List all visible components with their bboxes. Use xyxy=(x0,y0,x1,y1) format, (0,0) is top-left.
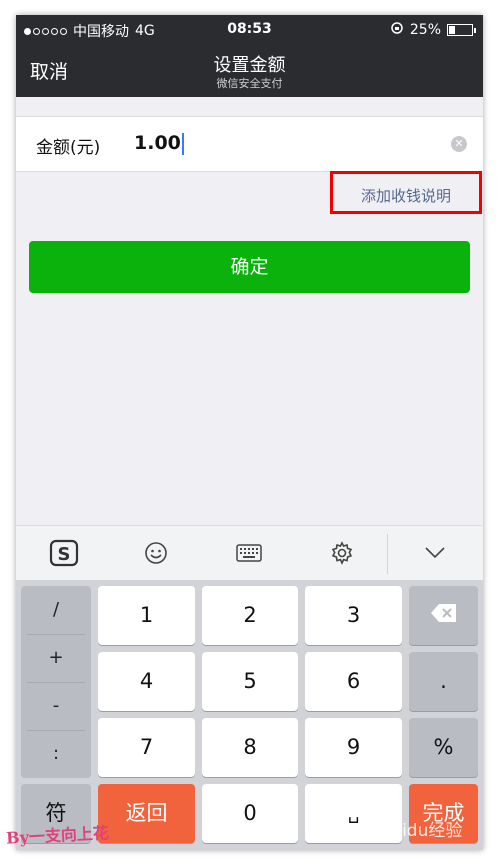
toolbar-divider xyxy=(387,534,388,574)
svg-text:S: S xyxy=(58,544,71,565)
battery-icon xyxy=(447,24,476,36)
sogou-logo-icon[interactable]: S xyxy=(46,539,82,567)
amount-input[interactable]: 1.00 xyxy=(134,132,184,155)
text-cursor xyxy=(181,132,184,155)
key-2[interactable]: 2 xyxy=(202,586,298,645)
key-9[interactable]: 9 xyxy=(305,718,402,777)
settings-gear-icon[interactable] xyxy=(326,539,358,567)
key-0[interactable]: 0 xyxy=(202,784,298,843)
page-subtitle: 微信安全支付 xyxy=(216,77,283,90)
add-note-highlight: 添加收钱说明 xyxy=(330,171,482,214)
key-4[interactable]: 4 xyxy=(98,652,195,711)
key-3[interactable]: 3 xyxy=(305,586,402,645)
key-1[interactable]: 1 xyxy=(98,586,195,645)
symbol-column: / + - : xyxy=(21,586,91,778)
key-dot[interactable]: . xyxy=(409,652,478,711)
rotation-lock-icon xyxy=(390,21,404,39)
amount-field-row[interactable]: 金额(元) 1.00 ✕ xyxy=(16,116,483,172)
key-slash[interactable]: / xyxy=(21,586,91,634)
backspace-icon xyxy=(430,587,458,646)
phone-screen: 中国移动 4G 08:53 25% 取消 设置金额 微信安全支付 金额(元) 1… xyxy=(16,15,483,850)
key-5[interactable]: 5 xyxy=(202,652,298,711)
status-right: 25% xyxy=(390,21,476,39)
key-plus[interactable]: + xyxy=(21,634,91,682)
add-note-link[interactable]: 添加收钱说明 xyxy=(333,185,479,206)
amount-value: 1.00 xyxy=(134,132,181,154)
collapse-keyboard-icon[interactable] xyxy=(420,539,450,567)
key-minus[interactable]: - xyxy=(21,682,91,730)
numeric-keyboard: / + - : 1 2 3 4 5 6 . 7 8 9 % 符 返回 0 ␣ 完… xyxy=(16,580,483,850)
emoji-icon[interactable] xyxy=(140,539,172,567)
key-percent[interactable]: % xyxy=(409,718,478,777)
keyboard-icon[interactable] xyxy=(232,539,266,567)
backspace-key[interactable] xyxy=(409,586,478,645)
keyboard-toolbar: S xyxy=(16,525,483,581)
status-bar: 中国移动 4G 08:53 25% xyxy=(16,15,483,43)
nav-bar: 中国移动 4G 08:53 25% 取消 设置金额 微信安全支付 xyxy=(16,15,483,97)
key-6[interactable]: 6 xyxy=(305,652,402,711)
key-7[interactable]: 7 xyxy=(98,718,195,777)
baidu-watermark: Baidu经验 xyxy=(380,821,463,841)
page-title: 设置金额 xyxy=(213,55,286,76)
clear-icon[interactable]: ✕ xyxy=(451,136,467,152)
back-key[interactable]: 返回 xyxy=(98,784,195,843)
key-colon[interactable]: : xyxy=(21,730,91,778)
amount-label: 金额(元) xyxy=(36,138,101,158)
confirm-button[interactable]: 确定 xyxy=(29,241,470,293)
key-8[interactable]: 8 xyxy=(202,718,298,777)
battery-percent: 25% xyxy=(409,22,441,38)
